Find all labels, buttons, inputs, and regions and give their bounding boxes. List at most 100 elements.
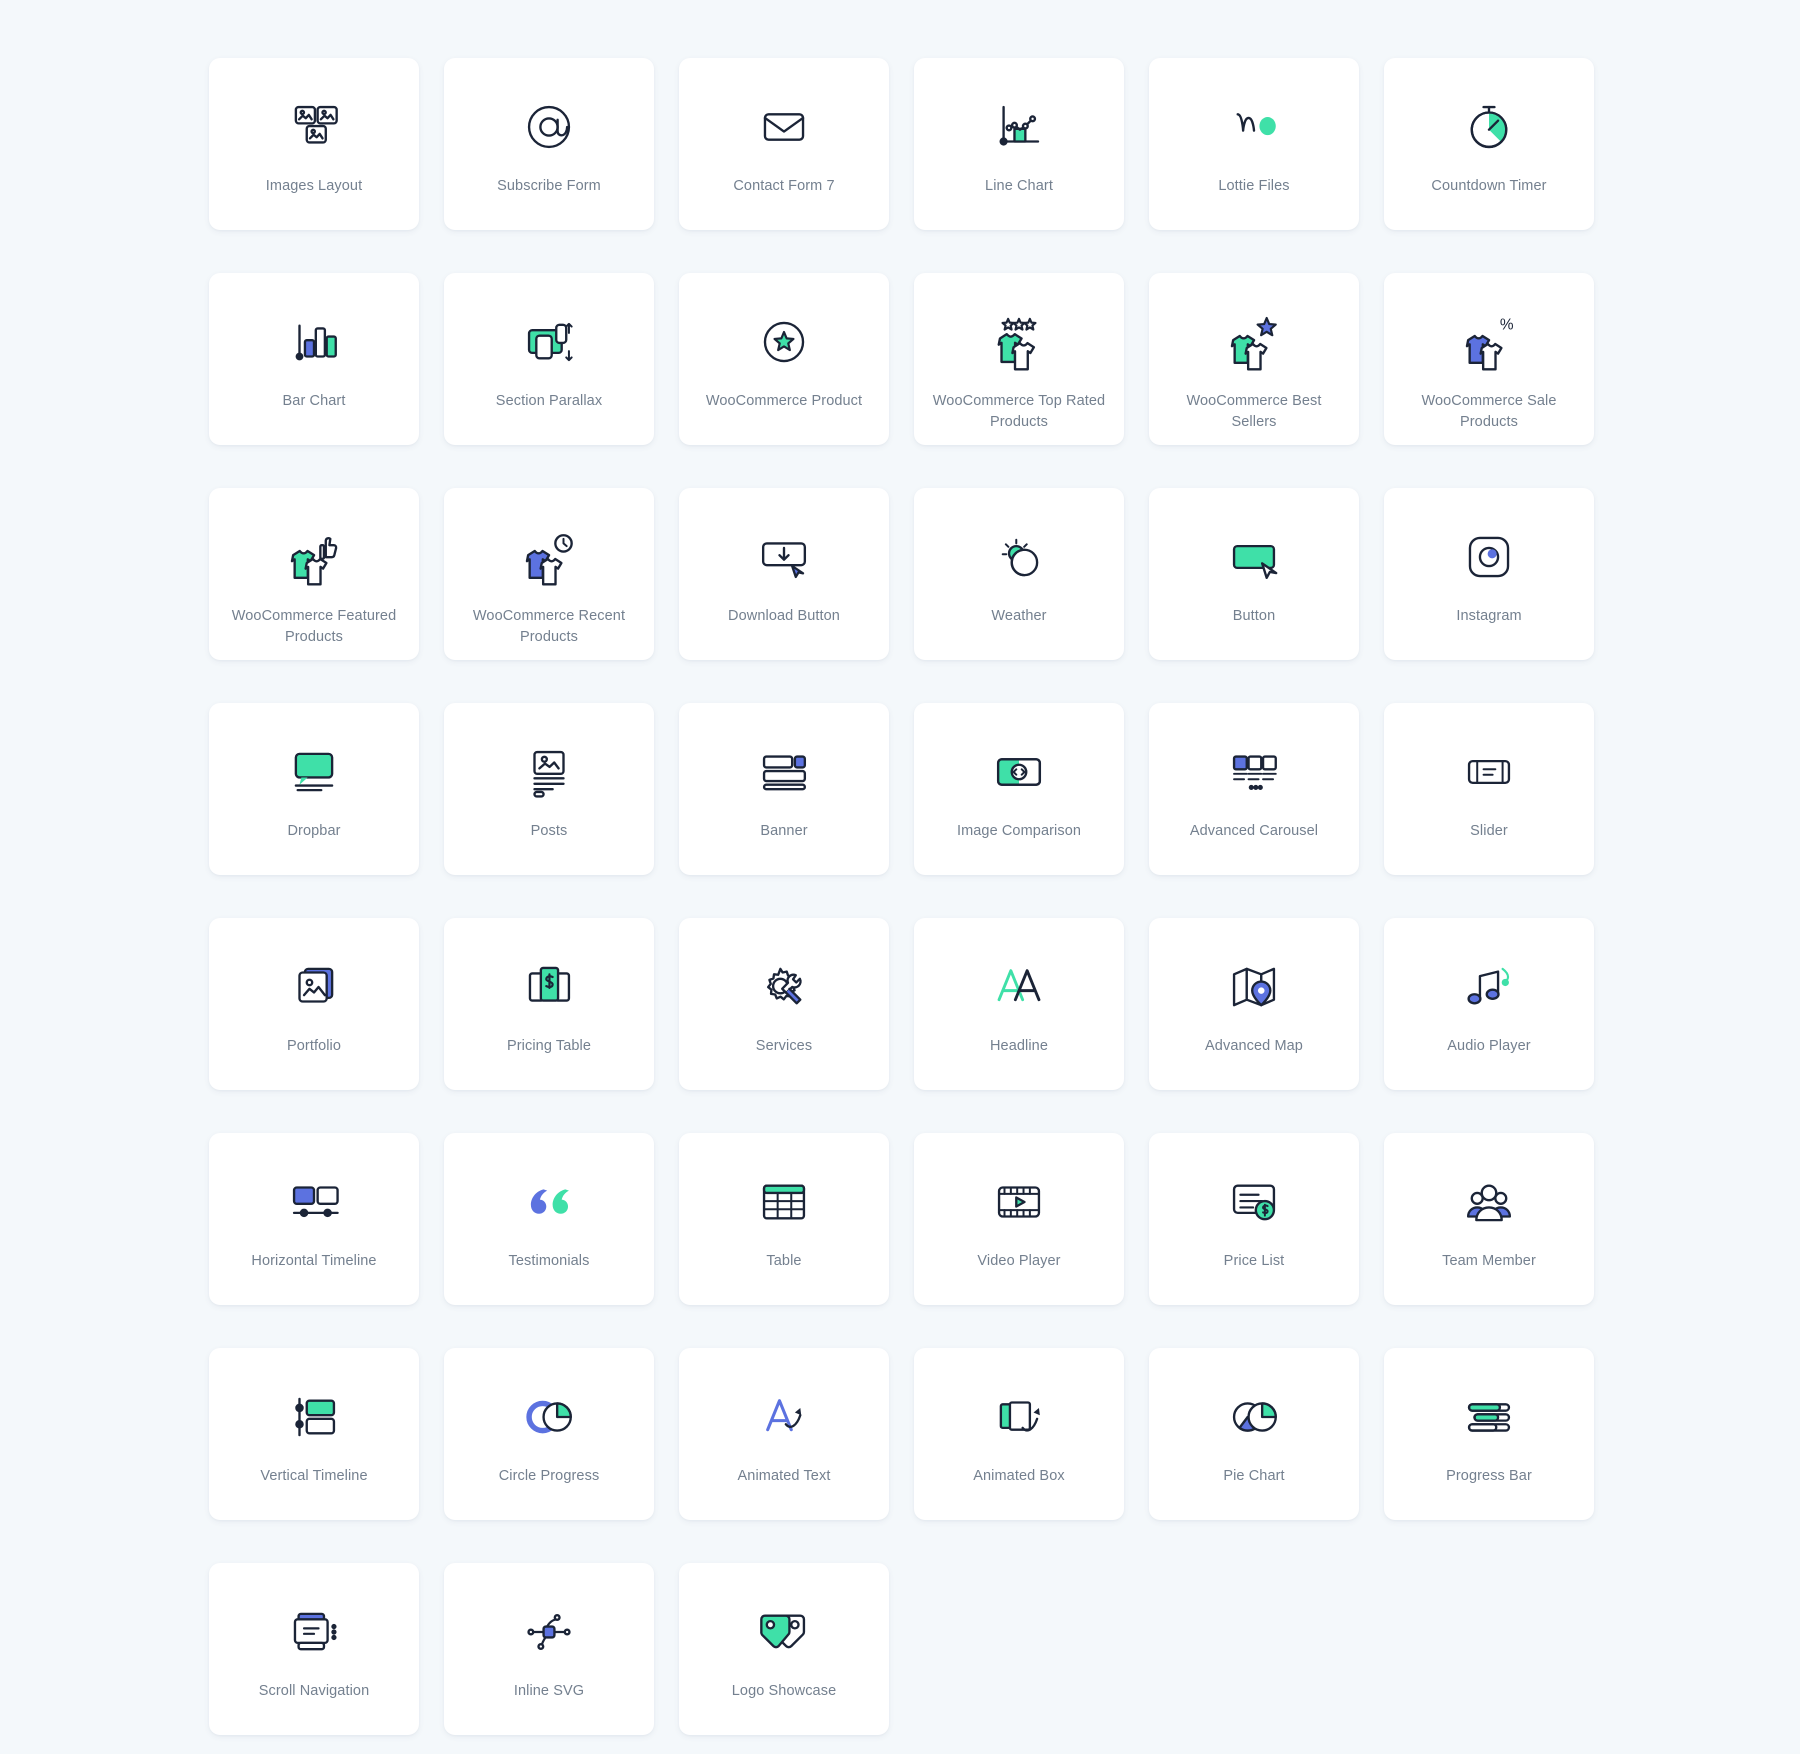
widget-card-label: Images Layout	[265, 178, 363, 194]
widget-card[interactable]: Table	[679, 1133, 889, 1305]
shirts-thumbsup-icon	[271, 522, 357, 592]
widget-card-label: WooCommerce Recent Products	[472, 608, 626, 645]
widget-card[interactable]: WooCommerce Recent Products	[444, 488, 654, 660]
at-sign-icon	[506, 92, 592, 162]
widget-card-label: Image Comparison	[956, 823, 1082, 839]
widget-card[interactable]: Banner	[679, 703, 889, 875]
animated-box-icon	[976, 1382, 1062, 1452]
widget-card[interactable]: Video Player	[914, 1133, 1124, 1305]
button-cursor-icon	[1211, 522, 1297, 592]
widget-card-label: Advanced Map	[1205, 1038, 1303, 1054]
widget-card[interactable]: Animated Box	[914, 1348, 1124, 1520]
widget-card-label: Slider	[1470, 823, 1508, 839]
widget-card[interactable]: Price List	[1149, 1133, 1359, 1305]
widget-card[interactable]: Audio Player	[1384, 918, 1594, 1090]
widget-card-label: Video Player	[977, 1253, 1061, 1269]
widget-card-label: Portfolio	[286, 1038, 342, 1054]
widget-card[interactable]: % WooCommerce Sale Products	[1384, 273, 1594, 445]
widget-card[interactable]: Dropbar	[209, 703, 419, 875]
widget-card-label: Button	[1232, 608, 1276, 624]
widget-card[interactable]: Weather	[914, 488, 1124, 660]
widget-card[interactable]: Logo Showcase	[679, 1563, 889, 1735]
widget-card-label: WooCommerce Best Sellers	[1186, 393, 1322, 430]
lottie-files-icon	[1211, 92, 1297, 162]
widget-card[interactable]: Pricing Table	[444, 918, 654, 1090]
widget-card-label: Lottie Files	[1218, 178, 1290, 194]
images-layout-icon	[271, 92, 357, 162]
widget-card[interactable]: Button	[1149, 488, 1359, 660]
widget-card[interactable]: Advanced Map	[1149, 918, 1359, 1090]
widget-card-label: Scroll Navigation	[258, 1683, 370, 1699]
widget-card-label: WooCommerce Sale Products	[1421, 393, 1557, 430]
music-notes-icon	[1446, 952, 1532, 1022]
widget-card[interactable]: Posts	[444, 703, 654, 875]
widget-card-label: Instagram	[1456, 608, 1522, 624]
table-icon	[741, 1167, 827, 1237]
stopwatch-icon	[1446, 92, 1532, 162]
widget-card[interactable]: Portfolio	[209, 918, 419, 1090]
animated-text-icon	[741, 1382, 827, 1452]
widget-card[interactable]: Advanced Carousel	[1149, 703, 1359, 875]
film-play-icon	[976, 1167, 1062, 1237]
widget-card[interactable]: Image Comparison	[914, 703, 1124, 875]
widget-card-label: Table	[766, 1253, 802, 1269]
widget-card[interactable]: Vertical Timeline	[209, 1348, 419, 1520]
quote-marks-icon	[506, 1167, 592, 1237]
widget-card[interactable]: Headline	[914, 918, 1124, 1090]
widget-card[interactable]: WooCommerce Top Rated Products	[914, 273, 1124, 445]
widget-card[interactable]: Line Chart	[914, 58, 1124, 230]
widget-card-label: Line Chart	[985, 178, 1053, 194]
widget-card[interactable]: Pie Chart	[1149, 1348, 1359, 1520]
weather-icon	[976, 522, 1062, 592]
widget-card[interactable]: Inline SVG	[444, 1563, 654, 1735]
widget-card[interactable]: Services	[679, 918, 889, 1090]
logo-showcase-icon	[741, 1597, 827, 1667]
inline-svg-icon	[506, 1597, 592, 1667]
widget-card-label: Inline SVG	[513, 1683, 585, 1699]
widget-card[interactable]: Bar Chart	[209, 273, 419, 445]
headline-aa-icon	[976, 952, 1062, 1022]
widget-card-label: Progress Bar	[1446, 1468, 1532, 1484]
widget-card[interactable]: Testimonials	[444, 1133, 654, 1305]
banner-icon	[741, 737, 827, 807]
widget-card[interactable]: WooCommerce Product	[679, 273, 889, 445]
widget-card[interactable]: Lottie Files	[1149, 58, 1359, 230]
price-list-icon	[1211, 1167, 1297, 1237]
map-pin-icon	[1211, 952, 1297, 1022]
widget-card[interactable]: Circle Progress	[444, 1348, 654, 1520]
widget-card[interactable]: Slider	[1384, 703, 1594, 875]
progress-bar-icon	[1446, 1382, 1532, 1452]
widget-card[interactable]: Subscribe Form	[444, 58, 654, 230]
widget-card[interactable]: WooCommerce Featured Products	[209, 488, 419, 660]
widget-card[interactable]: Contact Form 7	[679, 58, 889, 230]
gear-wrench-icon	[741, 952, 827, 1022]
svg-text:%: %	[1500, 316, 1514, 333]
pricing-table-icon	[506, 952, 592, 1022]
widget-card-label: WooCommerce Product	[705, 393, 863, 409]
horizontal-timeline-icon	[271, 1167, 357, 1237]
widget-card-label: Advanced Carousel	[1189, 823, 1319, 839]
slider-icon	[1446, 737, 1532, 807]
download-button-icon	[741, 522, 827, 592]
widget-card-label: Headline	[989, 1038, 1049, 1054]
widget-card[interactable]: WooCommerce Best Sellers	[1149, 273, 1359, 445]
shirts-star-icon	[1211, 307, 1297, 377]
widget-card[interactable]: Progress Bar	[1384, 1348, 1594, 1520]
widget-card-label: WooCommerce Featured Products	[231, 608, 397, 645]
widget-card-label: Logo Showcase	[731, 1683, 837, 1699]
widget-card[interactable]: Horizontal Timeline	[209, 1133, 419, 1305]
widget-card[interactable]: Instagram	[1384, 488, 1594, 660]
widget-card[interactable]: Team Member	[1384, 1133, 1594, 1305]
widget-card[interactable]: Scroll Navigation	[209, 1563, 419, 1735]
instagram-icon	[1446, 522, 1532, 592]
advanced-carousel-icon	[1211, 737, 1297, 807]
section-parallax-icon	[506, 307, 592, 377]
widget-card[interactable]: Countdown Timer	[1384, 58, 1594, 230]
widget-card-label: Circle Progress	[498, 1468, 600, 1484]
widget-card[interactable]: Download Button	[679, 488, 889, 660]
widget-card[interactable]: Images Layout	[209, 58, 419, 230]
widget-card[interactable]: Animated Text	[679, 1348, 889, 1520]
widgets-page: Images Layout Subscribe Form Contact Form …	[0, 0, 1800, 1754]
circle-progress-icon	[506, 1382, 592, 1452]
widget-card[interactable]: Section Parallax	[444, 273, 654, 445]
